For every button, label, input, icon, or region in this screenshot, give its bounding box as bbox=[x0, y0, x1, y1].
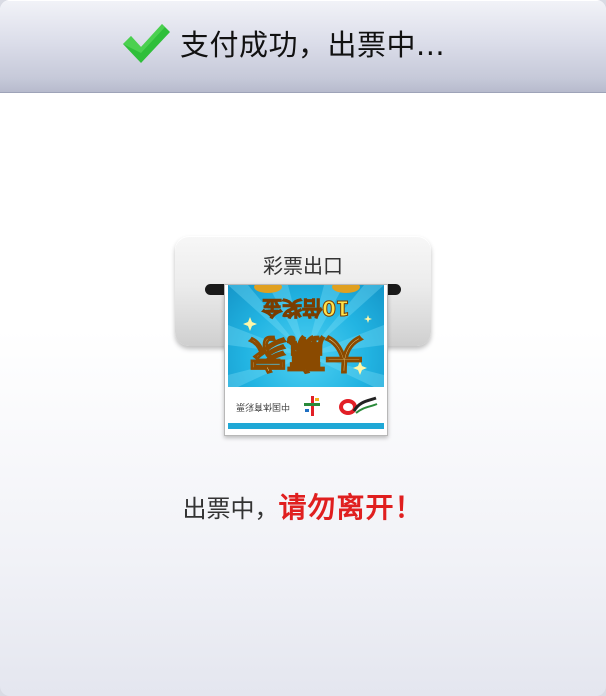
lottery-ticket: 10倍奖金 大赢家 中国体育彩票 bbox=[224, 284, 388, 436]
ticket-prize-text: 10倍奖金 bbox=[262, 296, 351, 321]
status-text: 出票中， bbox=[182, 495, 279, 523]
ticket-printing-dialog: 支付成功，出票中... 彩票出口 10倍奖金 大赢家 中国体育彩票 出票中，请勿… bbox=[0, 0, 606, 696]
sports-lottery-logo-icon bbox=[304, 396, 320, 416]
header-title: 支付成功，出票中... bbox=[180, 28, 446, 62]
printing-status: 出票中，请勿离开！ bbox=[0, 486, 606, 526]
ticket-logos: 中国体育彩票 bbox=[228, 389, 384, 421]
printer-label: 彩票出口 bbox=[263, 254, 343, 278]
ticket-headline: 大赢家 bbox=[248, 330, 364, 376]
ticket-org-text: 中国体育彩票 bbox=[236, 401, 291, 411]
status-warning: 请勿离开！ bbox=[278, 491, 424, 524]
ticket-banner: 10倍奖金 大赢家 bbox=[228, 285, 384, 387]
dialog-header: 支付成功，出票中... bbox=[0, 0, 606, 93]
header-content: 支付成功，出票中... bbox=[120, 20, 445, 66]
check-icon bbox=[123, 24, 170, 63]
ticket-bottom-strip bbox=[228, 423, 384, 429]
lottery-brand-logo-icon bbox=[339, 396, 378, 415]
